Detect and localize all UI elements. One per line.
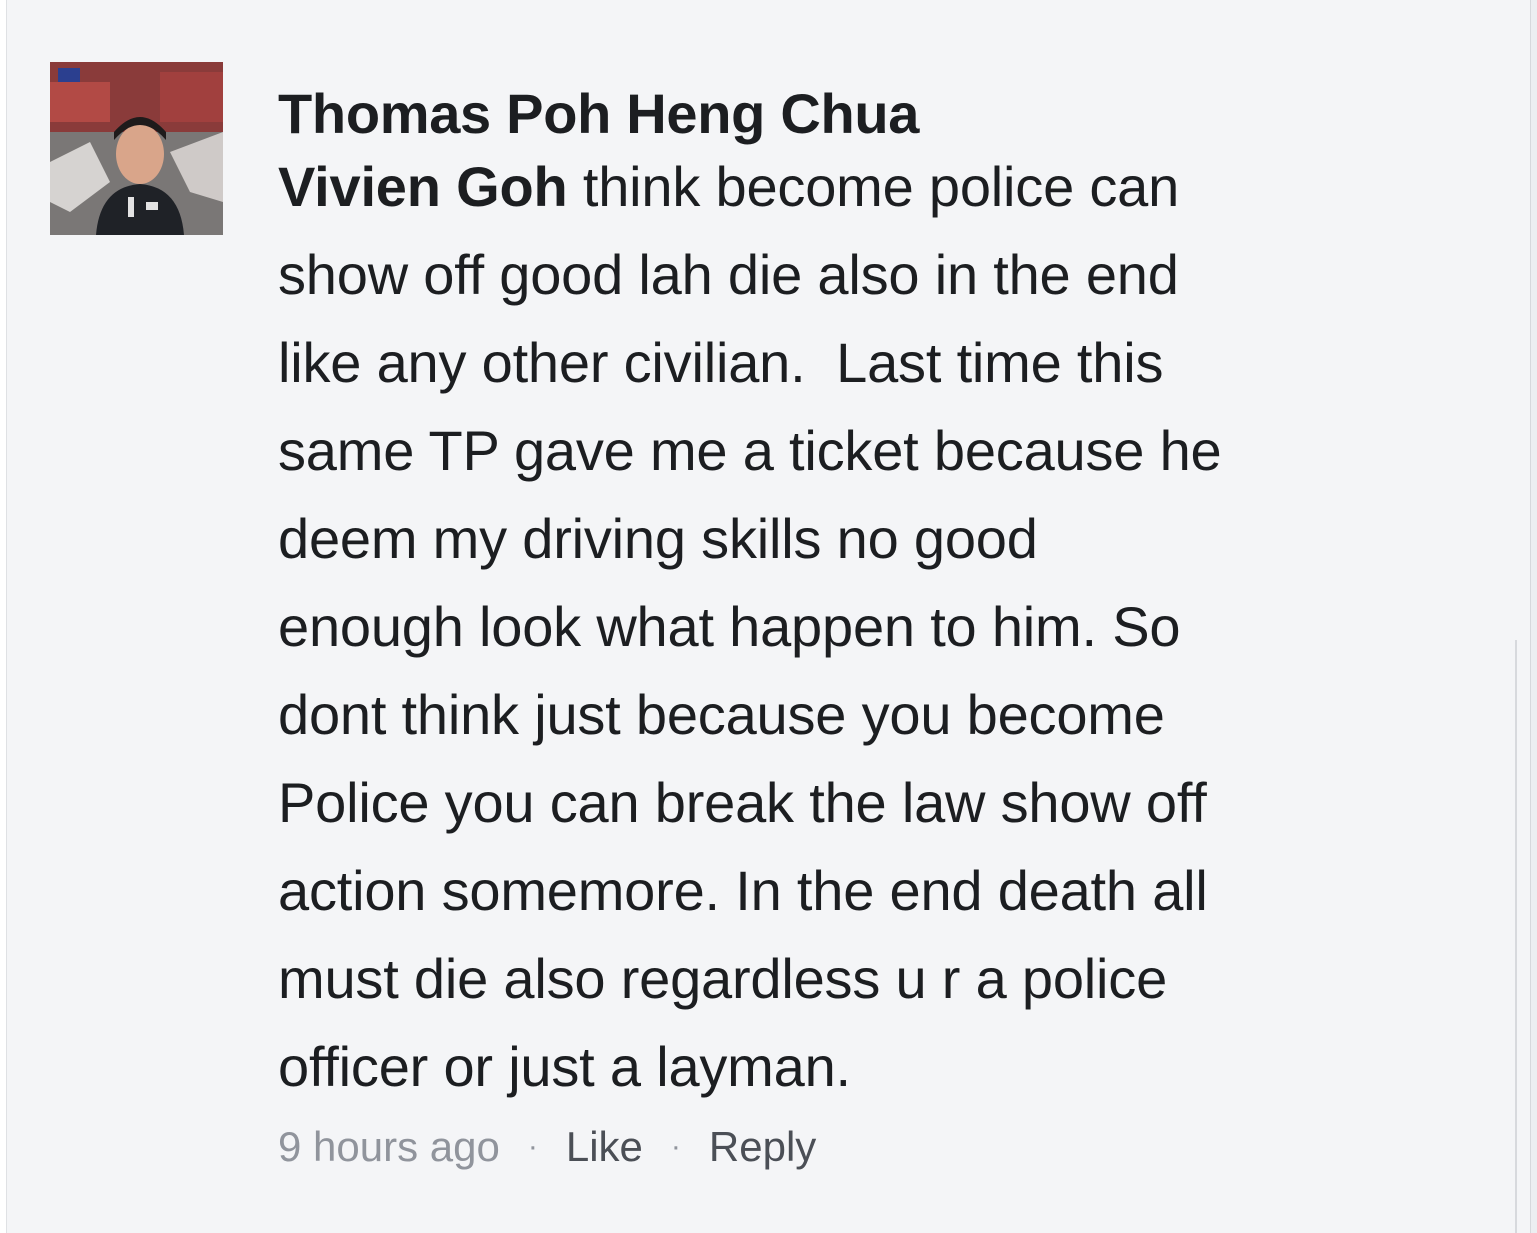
comment-line-4: same TP gave me a ticket because he <box>278 419 1222 482</box>
comment-line-10: must die also regardless u r a police <box>278 947 1168 1010</box>
comment-line-7: dont think just because you become <box>278 683 1165 746</box>
like-button[interactable]: Like <box>566 1119 643 1175</box>
comment-author[interactable]: Thomas Poh Heng Chua <box>278 83 1478 145</box>
separator-dot: · <box>527 1130 538 1163</box>
page: Thomas Poh Heng Chua Vivien Goh think be… <box>0 0 1537 1233</box>
comment-line-1: think become police can <box>567 155 1180 218</box>
comment-line-6: enough look what happen to him. So <box>278 595 1181 658</box>
comment-body: Thomas Poh Heng Chua Vivien Goh think be… <box>278 62 1478 1175</box>
right-divider <box>1515 640 1517 1233</box>
avatar-photo <box>50 62 223 235</box>
separator-dot: · <box>670 1130 681 1163</box>
comment-line-8: Police you can break the law show off <box>278 771 1207 834</box>
comment-text: Vivien Goh think become police can show o… <box>278 143 1478 1111</box>
comment-line-9: action somemore. In the end death all <box>278 859 1208 922</box>
avatar[interactable] <box>50 62 223 235</box>
reply-button[interactable]: Reply <box>709 1119 816 1175</box>
comment-line-5: deem my driving skills no good <box>278 507 1038 570</box>
left-edge <box>0 0 7 1233</box>
comment: Thomas Poh Heng Chua Vivien Goh think be… <box>50 62 1490 1175</box>
timestamp[interactable]: 9 hours ago <box>278 1119 500 1175</box>
comment-line-11: officer or just a layman. <box>278 1035 851 1098</box>
comment-meta: 9 hours ago · Like · Reply <box>278 1119 1478 1175</box>
comment-line-3: like any other civilian. Last time this <box>278 331 1164 394</box>
right-edge <box>1530 0 1537 1233</box>
comment-line-2: show off good lah die also in the end <box>278 243 1179 306</box>
mention-link[interactable]: Vivien Goh <box>278 155 568 218</box>
